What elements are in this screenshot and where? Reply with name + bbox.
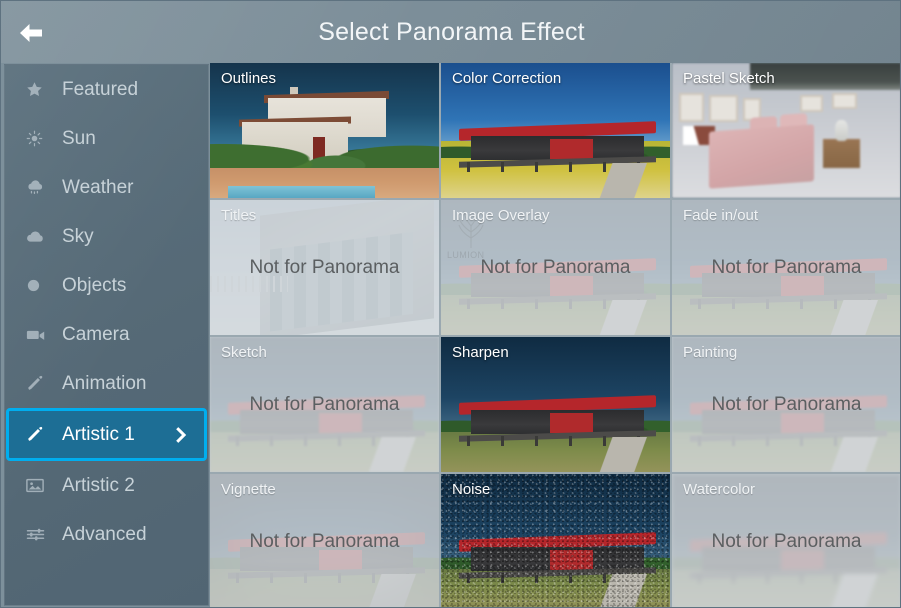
sidebar-item-label: Sky bbox=[62, 225, 94, 247]
back-button[interactable] bbox=[9, 13, 53, 53]
effect-tile-image-overlay[interactable]: LUMION Image Overlay Not for Panorama bbox=[441, 200, 670, 335]
tile-label: Noise bbox=[452, 481, 491, 498]
picture-icon bbox=[26, 476, 52, 496]
effect-tile-sketch[interactable]: Sketch Not for Panorama bbox=[210, 337, 439, 472]
effect-tile-color-correction[interactable]: Color Correction bbox=[441, 63, 670, 198]
not-available-text: Not for Panorama bbox=[249, 256, 400, 278]
category-sidebar: Featured Sun Weather Sky Objects Camera … bbox=[4, 64, 209, 606]
pencil-icon bbox=[26, 374, 52, 394]
sidebar-item-label: Artistic 1 bbox=[62, 423, 135, 445]
not-available-text: Not for Panorama bbox=[249, 530, 400, 552]
sun-icon bbox=[26, 129, 52, 149]
sidebar-item-label: Weather bbox=[62, 176, 134, 198]
cloud-rain-icon bbox=[26, 178, 52, 198]
panorama-effect-dialog: Select Panorama Effect Featured Sun Weat… bbox=[0, 0, 901, 608]
sidebar-item-weather[interactable]: Weather bbox=[5, 163, 208, 212]
sidebar-item-artistic-2[interactable]: Artistic 2 bbox=[5, 461, 208, 510]
effect-tile-titles[interactable]: Titles Not for Panorama bbox=[210, 200, 439, 335]
not-available-text: Not for Panorama bbox=[711, 530, 862, 552]
sidebar-item-label: Animation bbox=[62, 372, 147, 394]
tile-label: Fade in/out bbox=[683, 207, 759, 224]
effect-tile-outlines[interactable]: Outlines bbox=[210, 63, 439, 198]
tile-label: Painting bbox=[683, 344, 738, 361]
effect-tile-noise[interactable]: Noise bbox=[441, 474, 670, 607]
sidebar-item-sun[interactable]: Sun bbox=[5, 114, 208, 163]
not-available-text: Not for Panorama bbox=[711, 393, 862, 415]
tile-label: Outlines bbox=[221, 70, 277, 87]
tile-label: Image Overlay bbox=[452, 207, 550, 224]
effect-grid: Outlines Color Correction Pastel Sketch bbox=[210, 63, 900, 607]
effect-tile-fade-in-out[interactable]: Fade in/out Not for Panorama bbox=[672, 200, 900, 335]
sidebar-item-artistic-1[interactable]: Artistic 1 bbox=[6, 408, 207, 461]
effect-tile-vignette[interactable]: Vignette Not for Panorama bbox=[210, 474, 439, 607]
tile-label: Watercolor bbox=[683, 481, 755, 498]
camera-icon bbox=[26, 325, 52, 345]
tile-label: Sketch bbox=[221, 344, 267, 361]
tile-label: Sharpen bbox=[452, 344, 509, 361]
sliders-icon bbox=[26, 525, 52, 545]
cloud-icon bbox=[26, 227, 52, 247]
sidebar-item-advanced[interactable]: Advanced bbox=[5, 510, 208, 559]
page-title: Select Panorama Effect bbox=[318, 18, 585, 46]
star-icon bbox=[26, 80, 52, 100]
sidebar-item-label: Advanced bbox=[62, 523, 147, 545]
arrow-left-icon bbox=[16, 21, 46, 45]
sidebar-item-label: Camera bbox=[62, 323, 130, 345]
sidebar-item-label: Artistic 2 bbox=[62, 474, 135, 496]
tile-label: Titles bbox=[221, 207, 257, 224]
dialog-header: Select Panorama Effect bbox=[1, 1, 900, 63]
chevron-right-icon bbox=[175, 425, 190, 444]
sidebar-item-objects[interactable]: Objects bbox=[5, 261, 208, 310]
not-available-text: Not for Panorama bbox=[249, 393, 400, 415]
effect-tile-sharpen[interactable]: Sharpen bbox=[441, 337, 670, 472]
effect-tile-pastel-sketch[interactable]: Pastel Sketch bbox=[672, 63, 900, 198]
tile-label: Color Correction bbox=[452, 70, 562, 87]
sidebar-item-camera[interactable]: Camera bbox=[5, 310, 208, 359]
sidebar-item-featured[interactable]: Featured bbox=[5, 65, 208, 114]
sidebar-item-label: Sun bbox=[62, 127, 96, 149]
not-available-text: Not for Panorama bbox=[711, 256, 862, 278]
circle-icon bbox=[26, 276, 52, 296]
pencil-icon bbox=[26, 425, 52, 445]
effect-tile-painting[interactable]: Painting Not for Panorama bbox=[672, 337, 900, 472]
tile-label: Vignette bbox=[221, 481, 276, 498]
sidebar-item-sky[interactable]: Sky bbox=[5, 212, 208, 261]
effect-tile-watercolor[interactable]: Watercolor Not for Panorama bbox=[672, 474, 900, 607]
not-available-text: Not for Panorama bbox=[480, 256, 631, 278]
sidebar-item-label: Featured bbox=[62, 78, 139, 100]
sidebar-item-animation[interactable]: Animation bbox=[5, 359, 208, 408]
tile-label: Pastel Sketch bbox=[683, 70, 775, 87]
sidebar-item-label: Objects bbox=[62, 274, 127, 296]
